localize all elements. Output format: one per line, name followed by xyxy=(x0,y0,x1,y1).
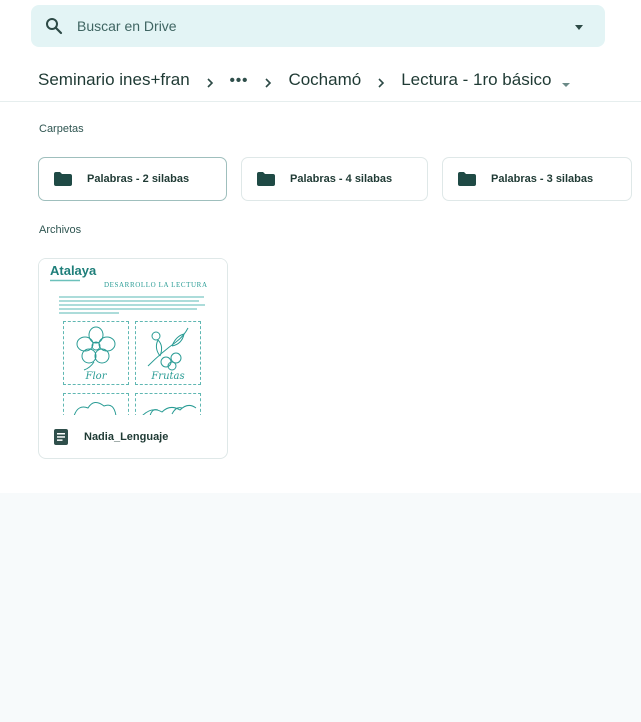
file-footer: Nadia_Lenguaje xyxy=(39,419,227,455)
caret-down-icon[interactable] xyxy=(561,75,571,87)
folder-icon xyxy=(458,172,476,186)
fruit-illustration-icon xyxy=(147,327,189,371)
search-options-icon[interactable] xyxy=(573,20,585,32)
chevron-right-icon xyxy=(376,74,386,88)
folder-name: Palabras - 4 silabas xyxy=(290,173,393,185)
thumbnail-heading: DESARROLLO LA LECTURA xyxy=(104,281,208,289)
thumbnail-caption: Flor xyxy=(85,371,107,382)
breadcrumb-item-cochamo[interactable]: Cochamó xyxy=(288,70,361,90)
breadcrumb-item-current-folder[interactable]: Lectura - 1ro básico xyxy=(401,70,551,90)
search-icon[interactable] xyxy=(45,17,63,35)
chevron-right-icon xyxy=(205,74,215,88)
file-thumbnail: Atalaya DESARROLLO LA LECTURA Flor Fruta… xyxy=(39,259,227,415)
folder-card-palabras-2-silabas[interactable]: Palabras - 2 silabas xyxy=(38,157,227,201)
search-bar[interactable] xyxy=(31,5,605,47)
folder-name: Palabras - 2 silabas xyxy=(87,173,190,185)
breadcrumb-more-button[interactable]: ••• xyxy=(230,72,249,89)
folders-section-label: Carpetas xyxy=(39,123,84,135)
files-section-label: Archivos xyxy=(39,224,82,236)
thumbnail-panel-flower: Flor xyxy=(63,321,129,385)
breadcrumb: Seminario ines+fran ••• Cochamó Lectura … xyxy=(38,68,571,92)
folder-icon xyxy=(257,172,275,186)
header-divider xyxy=(0,101,641,102)
folder-name: Palabras - 3 silabas xyxy=(491,173,594,185)
thumbnail-panel-cloud xyxy=(63,393,129,415)
thumbnail-brand-underline xyxy=(50,279,80,282)
flower-illustration-icon xyxy=(76,326,116,371)
empty-content-area xyxy=(0,493,641,722)
thumbnail-text-lines xyxy=(59,296,205,314)
file-name: Nadia_Lenguaje xyxy=(84,431,169,443)
thumbnail-panel-leaves xyxy=(135,393,201,415)
chevron-right-icon xyxy=(263,74,273,88)
thumbnail-brand: Atalaya xyxy=(50,263,97,278)
leaves-illustration-icon xyxy=(142,404,197,415)
thumbnail-panel-fruits: Frutas xyxy=(135,321,201,385)
folder-icon xyxy=(54,172,72,186)
file-card-nadia-lenguaje[interactable]: Atalaya DESARROLLO LA LECTURA Flor Fruta… xyxy=(38,258,228,459)
google-docs-icon xyxy=(54,429,68,445)
cloud-illustration-icon xyxy=(73,402,117,415)
folder-card-palabras-3-silabas[interactable]: Palabras - 3 silabas xyxy=(442,157,632,201)
thumbnail-caption: Frutas xyxy=(151,371,185,382)
breadcrumb-item-seminario[interactable]: Seminario ines+fran xyxy=(38,70,190,90)
folder-card-palabras-4-silabas[interactable]: Palabras - 4 silabas xyxy=(241,157,428,201)
search-input[interactable] xyxy=(77,18,573,34)
